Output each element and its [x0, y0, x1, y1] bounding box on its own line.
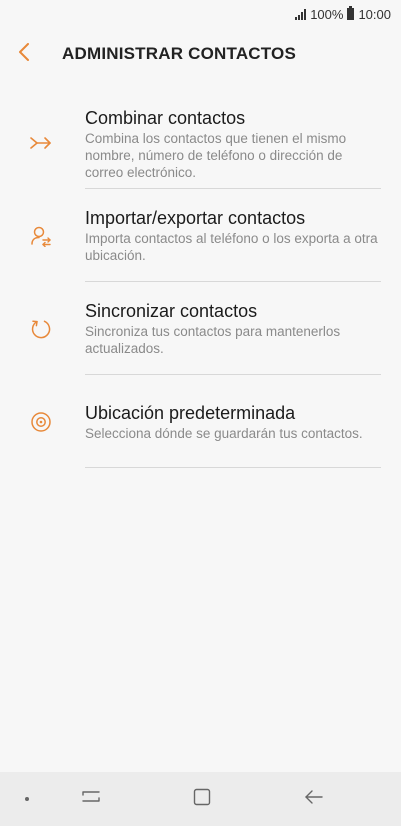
- location-icon: [0, 411, 85, 433]
- chevron-left-icon: [18, 42, 30, 66]
- item-description: Combina los contactos que tienen el mism…: [85, 130, 347, 180]
- back-arrow-icon: [303, 788, 325, 811]
- back-nav-button[interactable]: [298, 784, 330, 814]
- signal-icon: [295, 8, 307, 20]
- battery-percent: 100%: [310, 6, 344, 22]
- list-item-ubicacion[interactable]: Ubicación predeterminada Selecciona dónd…: [0, 375, 401, 468]
- merge-icon: [0, 135, 85, 151]
- divider: [85, 467, 381, 468]
- import-export-icon: [0, 225, 85, 247]
- list-item-importar-exportar[interactable]: Importar/exportar contactos Importa cont…: [0, 189, 401, 282]
- item-description: Sincroniza tus contactos para mantenerlo…: [85, 324, 341, 356]
- sync-icon: [0, 318, 85, 340]
- page-title: ADMINISTRAR CONTACTOS: [62, 44, 297, 63]
- clock: 10:00: [358, 6, 391, 22]
- list-item-combinar-contactos[interactable]: Combinar contactos Combina los contactos…: [0, 96, 401, 189]
- home-icon: [192, 787, 212, 812]
- settings-list: Combinar contactos Combina los contactos…: [0, 96, 401, 468]
- list-item-sincronizar[interactable]: Sincronizar contactos Sincroniza tus con…: [0, 282, 401, 375]
- item-description: Selecciona dónde se guardarán tus contac…: [85, 425, 363, 441]
- item-title: Importar/exportar contactos: [85, 208, 306, 228]
- battery-icon: [347, 6, 355, 20]
- item-description: Importa contactos al teléfono o los expo…: [85, 231, 378, 263]
- recents-button[interactable]: [75, 784, 107, 814]
- item-title: Sincronizar contactos: [85, 301, 258, 321]
- item-title: Ubicación predeterminada: [85, 402, 296, 423]
- app-header: ADMINISTRAR CONTACTOS: [0, 36, 401, 72]
- home-button[interactable]: [186, 784, 218, 814]
- item-title: Combinar contactos: [85, 107, 246, 128]
- back-button[interactable]: [18, 36, 58, 72]
- navigation-bar: [0, 772, 401, 826]
- status-bar: 100% 10:00: [0, 0, 401, 28]
- nav-dot-indicator: [25, 797, 29, 801]
- recents-icon: [81, 788, 101, 811]
